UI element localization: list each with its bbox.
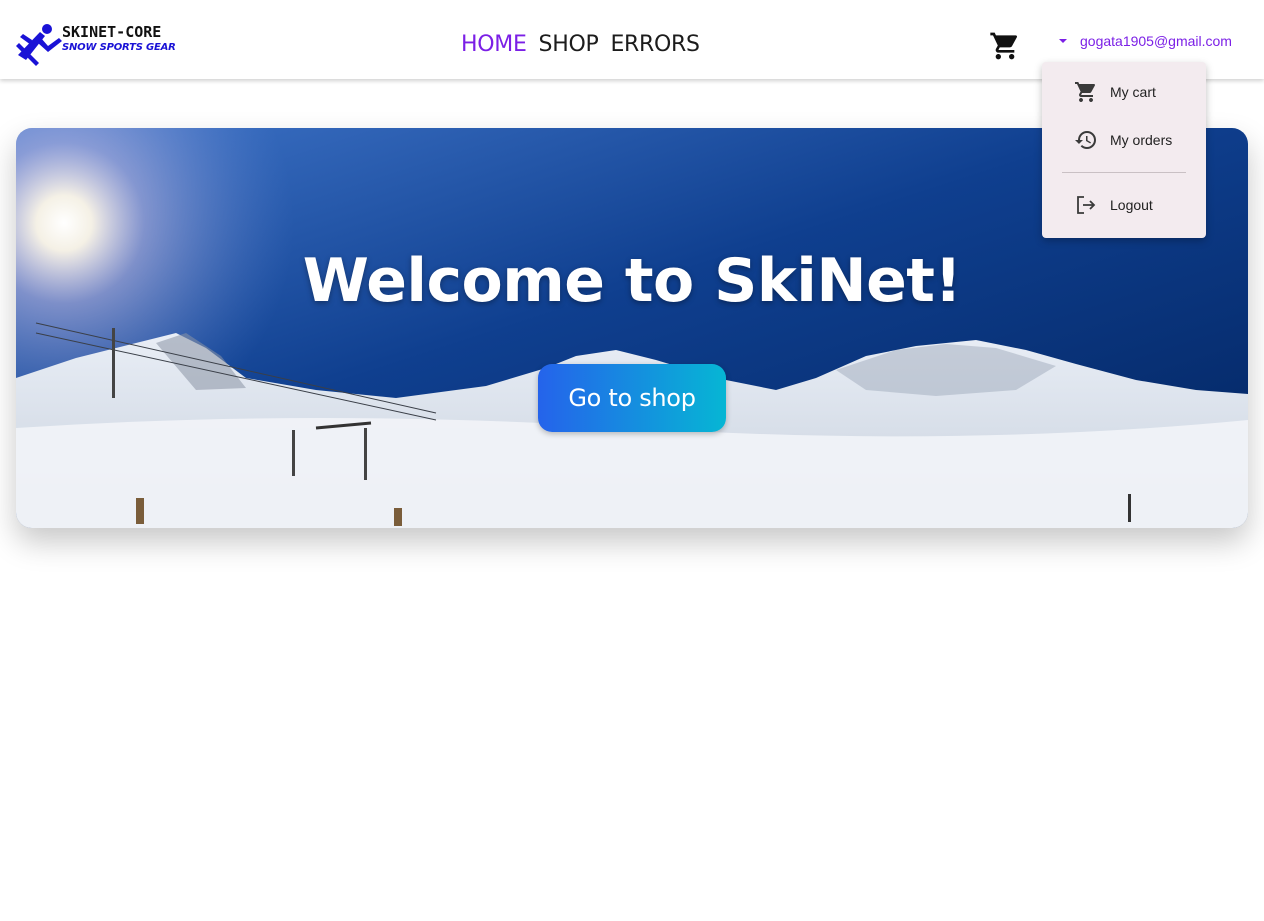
logout-icon: [1077, 196, 1096, 214]
user-menu-trigger[interactable]: gogata1905@gmail.com: [1056, 31, 1232, 51]
nav-home[interactable]: HOME: [461, 30, 527, 60]
cart-button[interactable]: [989, 30, 1021, 62]
history-icon: [1075, 131, 1096, 149]
shopping-cart-icon: [1075, 82, 1096, 102]
user-dropdown-menu: My cart My orders Logout: [1042, 62, 1206, 238]
menu-item-logout[interactable]: Logout: [1042, 183, 1206, 227]
snowboarder-icon: [16, 24, 62, 66]
nav-errors[interactable]: ERRORS: [610, 30, 700, 60]
nav-shop[interactable]: SHOP: [539, 30, 599, 60]
hero-title: Welcome to SkiNet!: [302, 246, 962, 316]
logo-tagline: SNOW SPORTS GEAR: [62, 42, 176, 53]
go-to-shop-button[interactable]: Go to shop: [538, 364, 726, 432]
logo-title: SKINET-CORE: [62, 23, 162, 41]
menu-item-label: Logout: [1110, 197, 1153, 213]
menu-item-my-cart[interactable]: My cart: [1042, 70, 1206, 114]
main-nav: HOME SHOP ERRORS: [461, 30, 712, 60]
shopping-cart-icon: [990, 32, 1018, 60]
caret-down-icon: [1059, 39, 1067, 43]
user-email: gogata1905@gmail.com: [1080, 33, 1232, 49]
menu-divider: [1062, 172, 1186, 173]
menu-item-my-orders[interactable]: My orders: [1042, 118, 1206, 162]
menu-item-label: My orders: [1110, 132, 1173, 148]
menu-item-label: My cart: [1110, 84, 1156, 100]
logo[interactable]: SKINET-CORE SNOW SPORTS GEAR: [14, 22, 176, 68]
